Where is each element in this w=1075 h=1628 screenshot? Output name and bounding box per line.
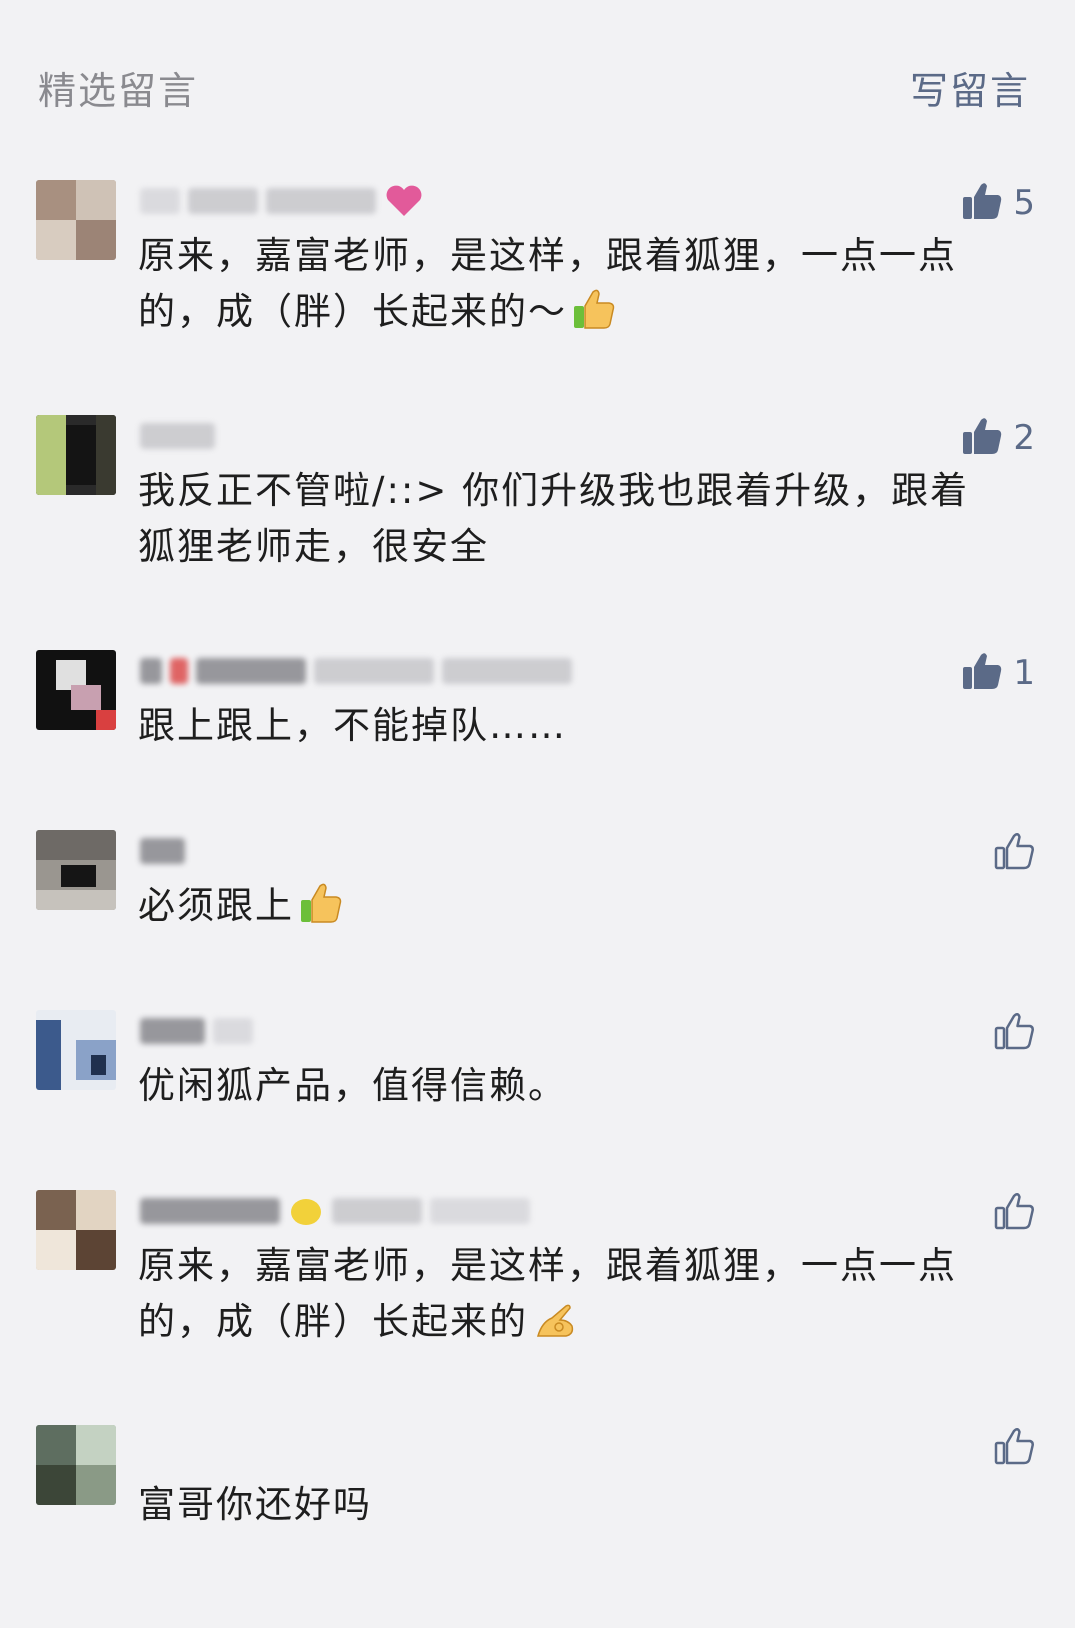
- like-count: 1: [1013, 653, 1035, 693]
- thumbs-up-filled-icon: [961, 181, 1003, 225]
- thumbs-up-outline-icon: [993, 831, 1035, 875]
- thumbs-up-filled-icon: [961, 651, 1003, 695]
- ok-hand-emoji-icon: [532, 1296, 578, 1342]
- thumbs-up-emoji-icon: [571, 286, 617, 332]
- comment-text: 原来，嘉富老师，是这样，跟着狐狸，一点一点的，成（胖）长起来的～: [138, 234, 957, 333]
- like-button[interactable]: [993, 1425, 1035, 1471]
- write-comment-button[interactable]: 写留言: [910, 60, 1030, 115]
- avatar[interactable]: [36, 180, 116, 260]
- comment-text: 原来，嘉富老师，是这样，跟着狐狸，一点一点的，成（胖）长起来的: [138, 1244, 957, 1343]
- nickname-blurred: [140, 834, 185, 868]
- comment-text: 优闲狐产品，值得信赖。: [138, 1064, 567, 1107]
- thumbs-up-outline-icon: [993, 1011, 1035, 1055]
- like-count: 2: [1013, 418, 1035, 458]
- nickname-blurred: [140, 1194, 530, 1228]
- like-button[interactable]: 5: [961, 180, 1035, 226]
- like-button[interactable]: [993, 1010, 1035, 1056]
- avatar[interactable]: [36, 415, 116, 495]
- nickname-blurred: [140, 419, 215, 453]
- comments-header: 精选留言 写留言: [0, 0, 1075, 170]
- comment-text: 必须跟上: [138, 878, 998, 934]
- like-button[interactable]: [993, 830, 1035, 876]
- avatar[interactable]: [36, 1425, 116, 1505]
- avatar[interactable]: [36, 830, 116, 910]
- nickname-blurred: [140, 654, 572, 688]
- comment-text: 跟上跟上，不能掉队……: [138, 704, 567, 747]
- like-count: 5: [1013, 183, 1035, 223]
- thumbs-up-outline-icon: [993, 1426, 1035, 1470]
- thumbs-up-emoji-icon: [298, 880, 344, 926]
- like-button[interactable]: [993, 1190, 1035, 1236]
- heart-icon: [384, 184, 424, 218]
- thumbs-up-filled-icon: [961, 416, 1003, 460]
- lemon-emoji-icon: [288, 1194, 324, 1228]
- nickname-blurred: [140, 184, 424, 218]
- comment-text: 我反正不管啦/::> 你们升级我也跟着升级，跟着狐狸老师走，很安全: [138, 469, 970, 568]
- avatar[interactable]: [36, 1190, 116, 1270]
- like-button[interactable]: 2: [961, 415, 1035, 461]
- comment-text: 富哥你还好吗: [138, 1483, 372, 1526]
- like-button[interactable]: 1: [961, 650, 1035, 696]
- avatar[interactable]: [36, 650, 116, 730]
- nickname-blurred: [140, 1014, 253, 1048]
- featured-comments-title: 精选留言: [38, 69, 199, 113]
- thumbs-up-outline-icon: [993, 1191, 1035, 1235]
- avatar[interactable]: [36, 1010, 116, 1090]
